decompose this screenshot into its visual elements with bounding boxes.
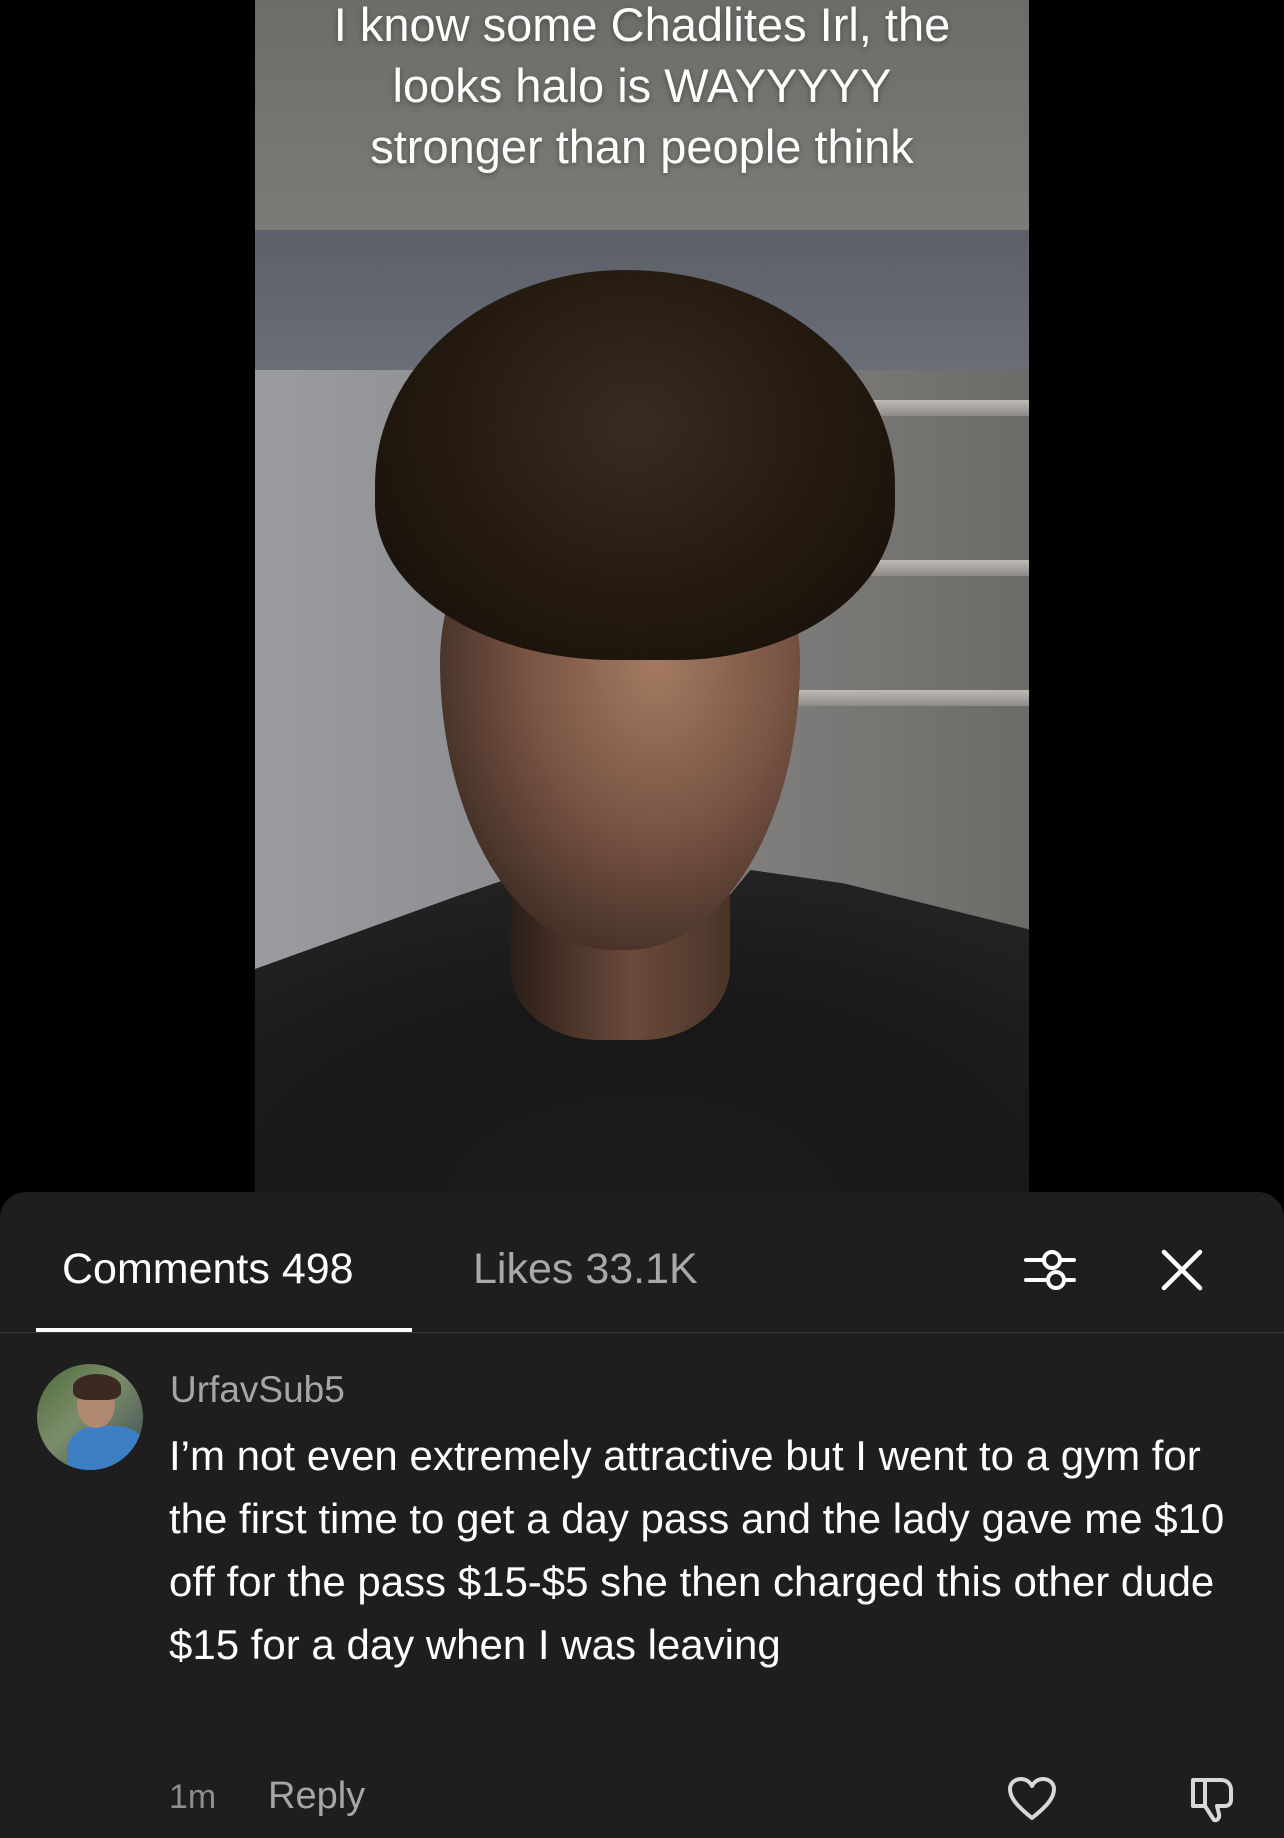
dislike-button[interactable]: [1183, 1770, 1241, 1828]
comments-sheet: Comments 498 Likes 33.1K UrfavSub5 I’m n…: [0, 1192, 1284, 1838]
filter-sliders-icon: [1024, 1250, 1076, 1290]
screen: I know some Chadlites Irl, the looks hal…: [0, 0, 1284, 1838]
comment-username[interactable]: UrfavSub5: [170, 1368, 345, 1412]
close-icon: [1161, 1249, 1203, 1291]
video-caption: I know some Chadlites Irl, the looks hal…: [333, 0, 951, 173]
avatar[interactable]: [37, 1364, 143, 1470]
background-shelf: [769, 690, 1029, 706]
reply-button[interactable]: Reply: [268, 1774, 365, 1818]
avatar-hair: [73, 1374, 121, 1400]
video-player[interactable]: I know some Chadlites Irl, the looks hal…: [255, 0, 1029, 1195]
heart-icon: [1008, 1777, 1056, 1820]
tabs-divider: [0, 1332, 1284, 1333]
filter-button[interactable]: [1018, 1238, 1082, 1302]
avatar-body: [67, 1426, 143, 1470]
tab-comments[interactable]: Comments 498: [62, 1244, 354, 1294]
close-button[interactable]: [1150, 1238, 1214, 1302]
thumbs-down-icon: [1191, 1778, 1233, 1823]
sheet-tabs: Comments 498 Likes 33.1K: [0, 1192, 1284, 1333]
comment-timestamp: 1m: [169, 1778, 217, 1816]
like-button[interactable]: [1003, 1770, 1061, 1828]
tab-likes[interactable]: Likes 33.1K: [473, 1244, 698, 1294]
comment-text: I’m not even extremely attractive but I …: [169, 1432, 1225, 1668]
